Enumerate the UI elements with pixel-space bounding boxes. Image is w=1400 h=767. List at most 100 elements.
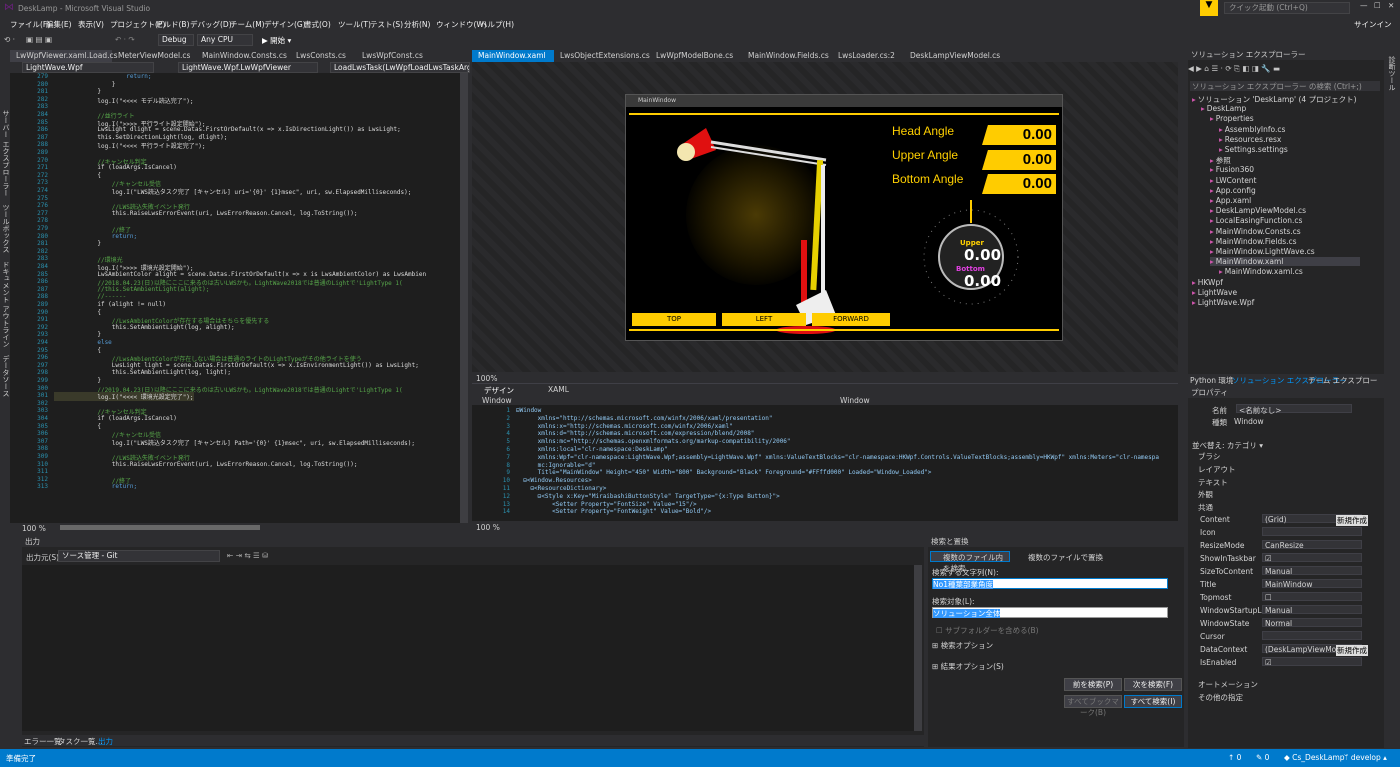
close-button[interactable]: ✕ (1388, 1, 1394, 10)
solution-bottom-tab-0[interactable]: Python 環境 (1190, 375, 1233, 386)
solution-item[interactable]: ▸ LightWave (1192, 288, 1237, 297)
output-source-combo[interactable]: ソース管理 - Git (58, 550, 220, 562)
forward-button[interactable]: FORWARD (812, 313, 890, 326)
prop-category[interactable]: ブラシ (1198, 451, 1220, 462)
prop-value[interactable]: ☐ (1262, 592, 1362, 602)
code-line[interactable]: } (54, 377, 101, 384)
member-combo[interactable]: LoadLwsTask(LwWpfLoadLwsTaskArgs loadAr (330, 62, 470, 73)
code-line[interactable]: LwsLight dlight = scene.Datas.FirstOrDef… (54, 126, 400, 133)
code-line[interactable]: //this.SetAmbientLight(alight); (54, 286, 209, 293)
bookmark-all-button[interactable]: すべてブックマーク(B) (1064, 695, 1122, 717)
code-line[interactable]: { (54, 347, 101, 354)
code-line[interactable]: } (54, 331, 101, 338)
prop-arrange[interactable]: 並べ替え: カテゴリ ▾ (1192, 440, 1263, 451)
new-button[interactable]: 新規作成 (1336, 515, 1368, 526)
solution-item[interactable]: ▸ Fusion360 (1210, 165, 1254, 174)
top-button[interactable]: TOP (632, 313, 716, 326)
code-line[interactable]: this.RaiseLwsErrorEvent(uri, LwsErrorRea… (54, 210, 358, 217)
xaml-line[interactable]: xmlns="http://schemas.microsoft.com/winf… (516, 415, 773, 422)
output-bottom-tab-1[interactable]: タスク一覧... (58, 736, 103, 747)
output-bottom-tab-2[interactable]: 出力 (98, 736, 113, 747)
code-vscroll[interactable] (460, 73, 468, 523)
find-all-button[interactable]: すべて検索(I) (1124, 695, 1182, 708)
code-hscroll[interactable] (60, 525, 260, 530)
left-tab-0[interactable]: LwWpfViewer.xaml.Load.cs (10, 50, 118, 62)
xaml-line[interactable]: Title="MainWindow" Height="450" Width="8… (516, 469, 932, 476)
menu-item-10[interactable]: テスト(S) (370, 19, 403, 30)
signin-link[interactable]: サインイン (1354, 19, 1392, 30)
mid-tab-2[interactable]: LwWpfModelBone.cs (650, 50, 742, 62)
filter-icon[interactable]: ▼ (1200, 0, 1218, 16)
prop-value[interactable]: Normal (1262, 618, 1362, 628)
code-line[interactable]: { (54, 423, 101, 430)
designer-zoom[interactable]: 100% (476, 374, 497, 383)
code-line[interactable]: LwsAmbientColor alight = scene.Datas.Fir… (54, 271, 426, 278)
xaml-line[interactable]: ⊟<Window.Resources> (516, 477, 592, 484)
vtab-left-1[interactable]: ツールボックス (2, 204, 10, 253)
code-line[interactable]: log.I("<<<< モデル読込完了"); (54, 96, 193, 105)
menu-item-7[interactable]: デザイン(G) (264, 19, 306, 30)
new-project-icon[interactable]: ▣ ▤ ▣ (26, 35, 52, 44)
output-text[interactable] (22, 565, 914, 731)
tab-replace-in-files[interactable]: 複数のファイルで置換 (1028, 552, 1103, 563)
prop-category[interactable]: テキスト (1198, 477, 1228, 488)
xaml-line[interactable]: <Setter Property="FontSize" Value="15"/> (516, 501, 697, 508)
menu-item-1[interactable]: 編集(E) (46, 19, 72, 30)
back-icon[interactable]: ⟲ · (4, 35, 15, 44)
code-line[interactable]: } (54, 240, 101, 247)
mid-tab-3[interactable]: MainWindow.Fields.cs (742, 50, 832, 62)
mid-tab-0[interactable]: MainWindow.xaml (472, 50, 554, 62)
solution-item[interactable]: ▸ MainWindow.Consts.cs (1210, 227, 1301, 236)
config-combo[interactable]: Debug (158, 34, 194, 46)
code-line[interactable]: this.SetAmbientLight(log, alight); (54, 324, 235, 331)
menu-item-11[interactable]: 分析(N) (404, 19, 430, 30)
code-line[interactable]: this.RaiseLwsErrorEvent(uri, LwsErrorRea… (54, 461, 358, 468)
code-line[interactable]: { (54, 309, 101, 316)
xaml-line[interactable]: ⊟Window (516, 407, 541, 414)
output-vscroll[interactable] (914, 565, 922, 731)
solution-item[interactable]: ▸ AssemblyInfo.cs (1219, 125, 1285, 134)
prop-value[interactable] (1262, 527, 1362, 536)
left-tab-2[interactable]: MainWindow.Consts.cs (196, 50, 290, 62)
solution-item[interactable]: ▸ Resources.resx (1219, 135, 1281, 144)
solution-item[interactable]: ▸ HKWpf (1192, 278, 1223, 287)
prop-category2[interactable]: オートメーション (1198, 679, 1258, 690)
prop-value[interactable]: ☑ (1262, 657, 1362, 667)
solution-item[interactable]: ▸ App.xaml (1210, 196, 1251, 205)
find-prev-button[interactable]: 前を検索(P) (1064, 678, 1122, 691)
menu-item-13[interactable]: ヘルプ(H) (480, 19, 514, 30)
prop-value[interactable] (1262, 631, 1362, 640)
menu-item-6[interactable]: チーム(M) (230, 19, 265, 30)
designed-window[interactable]: MainWindow Head Angle 0.00 Upper Angle 0… (625, 94, 1063, 341)
prop-name-input[interactable]: <名前なし> (1236, 404, 1352, 415)
subfolder-checkbox[interactable]: ☐ サブフォルダーを含める(B) (936, 625, 1039, 636)
menu-item-5[interactable]: デバッグ(D) (190, 19, 232, 30)
solution-item[interactable]: ▸ MainWindow.LightWave.cs (1210, 247, 1315, 256)
menu-item-2[interactable]: 表示(V) (78, 19, 104, 30)
left-zoom[interactable]: 100 % (22, 524, 46, 533)
code-line[interactable]: } (54, 88, 101, 95)
solution-item[interactable]: ▸ MainWindow.xaml (1210, 257, 1360, 267)
prop-category[interactable]: 外観 (1198, 489, 1213, 500)
xaml-editor[interactable]: 1 ⊟Window 2 xmlns="http://schemas.microsof… (472, 405, 1178, 521)
menu-item-4[interactable]: ビルド(B) (156, 19, 190, 30)
solution-item[interactable]: ▸ LightWave.Wpf (1192, 298, 1254, 307)
vtab-left-0[interactable]: サーバー エクスプローラー (2, 110, 10, 196)
prop-value[interactable]: CanResize (1262, 540, 1362, 550)
code-line[interactable]: log.I("LWS読込タスク完了 [キャンセル] uri='{0}' {1}m… (54, 187, 412, 196)
solution-item[interactable]: ▸ Properties (1210, 114, 1254, 123)
prop-category2[interactable]: その他の指定 (1198, 692, 1243, 703)
solution-item[interactable]: ▸ LWContent (1210, 176, 1257, 185)
result-options-expander[interactable]: ⊞ 結果オプション(S) (932, 661, 1004, 672)
xaml-line[interactable]: ⊟<ResourceDictionary> (516, 485, 606, 492)
mid-tab-5[interactable]: DeskLampViewModel.cs (904, 50, 1000, 62)
code-line[interactable]: return; (54, 233, 137, 240)
code-line[interactable]: this.SetDirectionLight(log, dlight); (54, 134, 227, 141)
code-line[interactable]: log.I("<<<< 平行ライト設定完了"); (54, 141, 205, 150)
code-line[interactable]: if (loadArgs.IsCancel) (54, 164, 176, 171)
minimize-button[interactable]: — (1360, 1, 1368, 10)
xaml-line[interactable]: <Setter Property="FontWeight" Value="Bol… (516, 508, 711, 515)
xaml-line[interactable]: ⊟<Style x:Key="MiraibashiButtonStyle" Ta… (516, 493, 780, 500)
find-next-button[interactable]: 次を検索(F) (1124, 678, 1182, 691)
left-tab-3[interactable]: LwsConsts.cs (290, 50, 356, 62)
